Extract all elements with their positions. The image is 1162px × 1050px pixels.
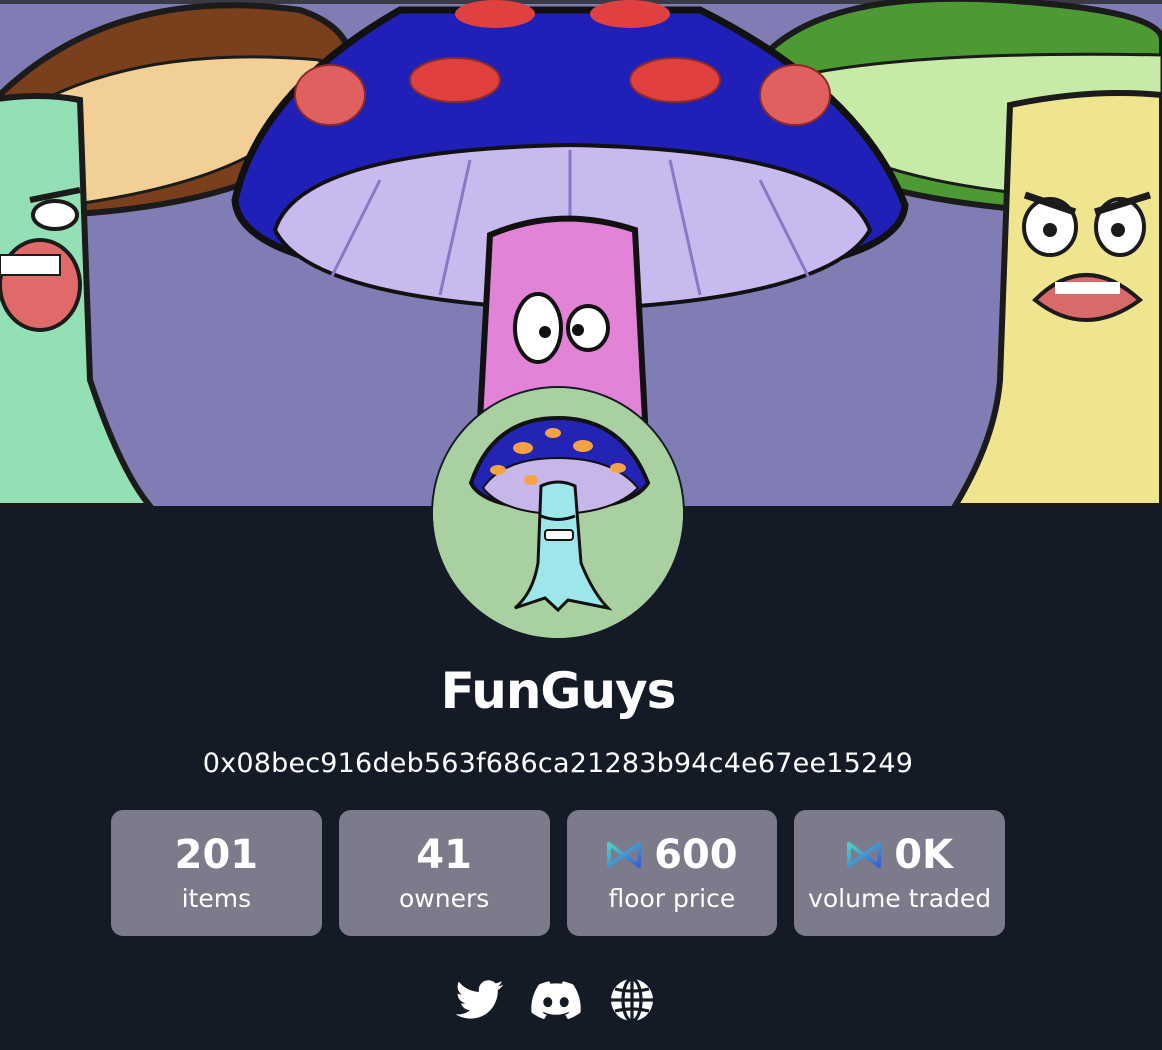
stat-floor-price-label: floor price: [608, 884, 736, 913]
stat-items-value: 201: [174, 832, 259, 878]
stat-volume-value: 0K: [894, 832, 954, 878]
discord-link[interactable]: [531, 975, 581, 1025]
stat-volume-card: 0K volume traded: [794, 810, 1005, 936]
stat-items-label: items: [181, 884, 252, 913]
globe-icon: [611, 977, 653, 1023]
stat-owners-card: 41 owners: [338, 810, 550, 936]
collection-stats: 201 items 41 owners 600 floor price 0K v…: [111, 810, 1005, 936]
collection-page: FunGuys 0x08bec916deb563f686ca21283b94c4…: [0, 0, 1162, 1050]
stat-floor-price-card: 600 floor price: [566, 810, 778, 936]
social-links: [455, 975, 665, 1025]
ronin-token-icon: [607, 842, 642, 868]
stat-value-row: 600: [606, 832, 738, 878]
stat-floor-price-value: 600: [654, 832, 738, 878]
twitter-link[interactable]: [455, 975, 505, 1025]
contract-address[interactable]: 0x08bec916deb563f686ca21283b94c4e67ee152…: [0, 748, 1116, 779]
stat-volume-label: volume traded: [808, 884, 992, 913]
stat-value-row: 0K: [846, 832, 953, 878]
stat-owners-label: owners: [398, 884, 490, 913]
ronin-token-icon: [847, 842, 882, 868]
twitter-icon: [456, 980, 504, 1019]
collection-avatar: [433, 388, 683, 638]
stat-owners-value: 41: [416, 832, 472, 878]
website-link[interactable]: [607, 975, 657, 1025]
stat-value-row: 41: [416, 832, 472, 878]
collection-title: FunGuys: [440, 662, 677, 720]
stat-value-row: 201: [175, 832, 259, 878]
mushroom-avatar-artwork: [433, 388, 683, 638]
stat-items-card: 201 items: [111, 810, 322, 936]
discord-icon: [531, 981, 581, 1020]
